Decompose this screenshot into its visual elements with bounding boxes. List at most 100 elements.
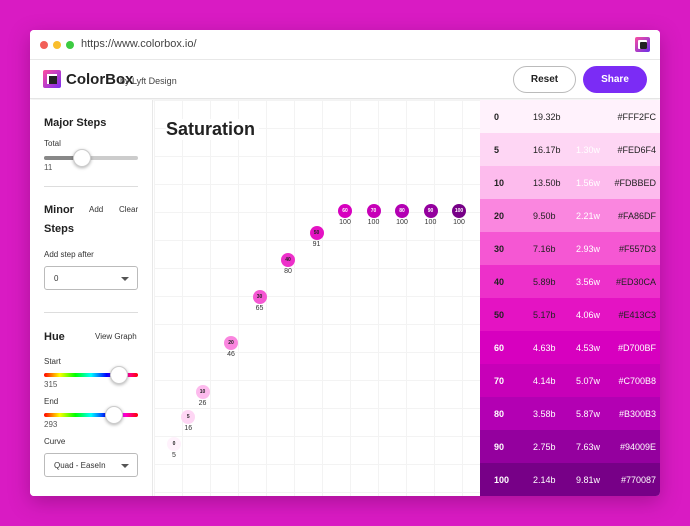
swatch-hex: #94009E [619, 441, 656, 452]
chevron-down-icon [121, 464, 129, 468]
swatch-row[interactable]: 10 13.50b 1.56w #FDBBED [480, 166, 660, 199]
swatch-contrast-white: 1.30w [576, 144, 601, 155]
graph-point-value: 100 [396, 219, 408, 226]
hue-end-slider-thumb[interactable] [105, 406, 123, 424]
colorbox-logo-icon[interactable] [43, 70, 61, 88]
swatch-step: 80 [494, 408, 505, 419]
minimize-window-icon[interactable] [53, 41, 61, 49]
graph-point[interactable]: 100 [452, 204, 466, 218]
swatch-hex: #D700BF [617, 342, 656, 353]
curve-label: Curve [44, 437, 66, 446]
swatch-contrast-white: 3.56w [576, 276, 601, 287]
graph-point-value: 100 [339, 219, 351, 226]
swatch-row[interactable]: 40 5.89b 3.56w #ED30CA [480, 265, 660, 298]
swatch-row[interactable]: 5 16.17b 1.30w #FED6F4 [480, 133, 660, 166]
hue-end-label: End [44, 397, 59, 406]
swatch-contrast-black: 4.14b [533, 375, 556, 386]
graph-title: Saturation [166, 119, 260, 140]
add-step-after-label: Add step after [44, 250, 94, 259]
graph-point[interactable]: 5 [181, 410, 196, 425]
browser-titlebar: https://www.colorbox.io/ [30, 30, 660, 60]
major-steps-title: Major Steps [44, 117, 107, 129]
swatch-row[interactable]: 30 7.16b 2.93w #F557D3 [480, 232, 660, 265]
maximize-window-icon[interactable] [66, 41, 74, 49]
swatch-row[interactable]: 20 9.50b 2.21w #FA86DF [480, 199, 660, 232]
graph-point[interactable]: 20 [224, 336, 238, 351]
swatch-step: 5 [494, 144, 500, 155]
sidebar-divider [44, 186, 138, 187]
total-steps-slider[interactable] [44, 156, 138, 160]
add-minor-step-link[interactable]: Add [89, 205, 103, 214]
swatch-contrast-white: 5.07w [576, 375, 601, 386]
swatch-contrast-black: 7.16b [533, 243, 556, 254]
swatch-hex: #E413C3 [618, 309, 656, 320]
swatch-step: 40 [494, 276, 505, 287]
swatch-step: 70 [494, 375, 505, 386]
address-bar[interactable]: https://www.colorbox.io/ [81, 38, 197, 50]
swatch-hex: #FFF2FC [617, 111, 656, 122]
close-window-icon[interactable] [40, 41, 48, 49]
swatch-row[interactable]: 60 4.63b 4.53w #D700BF [480, 331, 660, 364]
swatch-contrast-white: 9.81w [576, 474, 601, 485]
swatch-row[interactable]: 80 3.58b 5.87w #B300B3 [480, 397, 660, 430]
graph-point[interactable]: 80 [395, 204, 409, 218]
swatch-contrast-black: 4.63b [533, 342, 556, 353]
swatch-contrast-white: 2.93w [576, 243, 601, 254]
add-step-after-value: 0 [54, 274, 59, 283]
graph-point[interactable]: 40 [281, 253, 295, 268]
graph-point[interactable]: 70 [366, 204, 381, 218]
graph-point[interactable]: 10 [195, 385, 210, 400]
graph-point[interactable]: 90 [423, 204, 438, 218]
share-button[interactable]: Share [583, 66, 647, 93]
hue-start-slider-thumb[interactable] [110, 366, 128, 384]
swatch-step: 100 [494, 474, 510, 485]
swatch-hex: #FDBBED [614, 177, 656, 188]
swatch-step: 50 [494, 309, 505, 320]
swatch-contrast-white: 5.87w [576, 408, 601, 419]
graph-point-value: 65 [255, 304, 264, 312]
total-steps-slider-thumb[interactable] [72, 149, 91, 167]
swatch-contrast-black: 5.89b [533, 276, 556, 287]
total-steps-label: Total [44, 139, 61, 148]
swatch-contrast-black: 9.50b [533, 210, 556, 221]
swatch-hex: #B300B3 [618, 408, 656, 419]
graph-point-value: 100 [367, 219, 380, 226]
graph-point-value: 100 [424, 219, 437, 226]
swatch-contrast-black: 5.17b [533, 309, 556, 320]
swatch-contrast-white: 4.06w [576, 309, 601, 320]
swatch-row[interactable]: 50 5.17b 4.06w #E413C3 [480, 298, 660, 331]
graph-point[interactable]: 60 [338, 204, 352, 218]
settings-sidebar: Major Steps Total 11 Minor Steps Add Cle… [30, 100, 153, 496]
swatch-row[interactable]: 100 2.14b 9.81w #770087 [480, 463, 660, 496]
swatch-step: 60 [494, 342, 505, 353]
graph-point[interactable]: 0 [167, 437, 181, 451]
brand-byline: by Lyft Design [120, 76, 177, 86]
total-steps-value: 11 [44, 163, 53, 172]
swatch-row[interactable]: 90 2.75b 7.63w #94009E [480, 430, 660, 463]
minor-steps-title-line2: Steps [44, 223, 74, 235]
clear-minor-steps-link[interactable]: Clear [119, 205, 138, 214]
swatch-contrast-black: 3.58b [533, 408, 556, 419]
swatch-row[interactable]: 70 4.14b 5.07w #C700B8 [480, 364, 660, 397]
saturation-graph: Saturation 0 5 5 16 10 26 20 46 30 65 40 80 50 91 60 10… [154, 100, 480, 496]
swatch-contrast-black: 2.75b [533, 441, 556, 452]
swatch-contrast-black: 13.50b [533, 177, 561, 188]
view-graph-link[interactable]: View Graph [95, 332, 137, 341]
graph-point-value: 5 [172, 452, 176, 459]
app-header: ColorBox by Lyft Design Reset Share [30, 61, 660, 99]
add-step-after-select[interactable]: 0 [44, 266, 138, 290]
graph-point-value: 16 [184, 425, 193, 433]
curve-select[interactable]: Quad - EaseIn [44, 453, 138, 477]
hue-start-label: Start [44, 357, 61, 366]
swatch-step: 0 [494, 111, 500, 122]
graph-point[interactable]: 30 [252, 289, 267, 304]
chevron-down-icon [121, 277, 129, 281]
reset-button[interactable]: Reset [513, 66, 576, 93]
swatch-row[interactable]: 0 19.32b #FFF2FC [480, 100, 660, 133]
graph-point-value: 91 [312, 241, 321, 249]
hue-end-slider[interactable] [44, 413, 138, 417]
graph-point[interactable]: 50 [309, 226, 324, 241]
minor-steps-title: Minor [44, 204, 74, 216]
swatch-contrast-white: 2.21w [576, 210, 601, 221]
swatch-hex: #F557D3 [618, 243, 656, 254]
